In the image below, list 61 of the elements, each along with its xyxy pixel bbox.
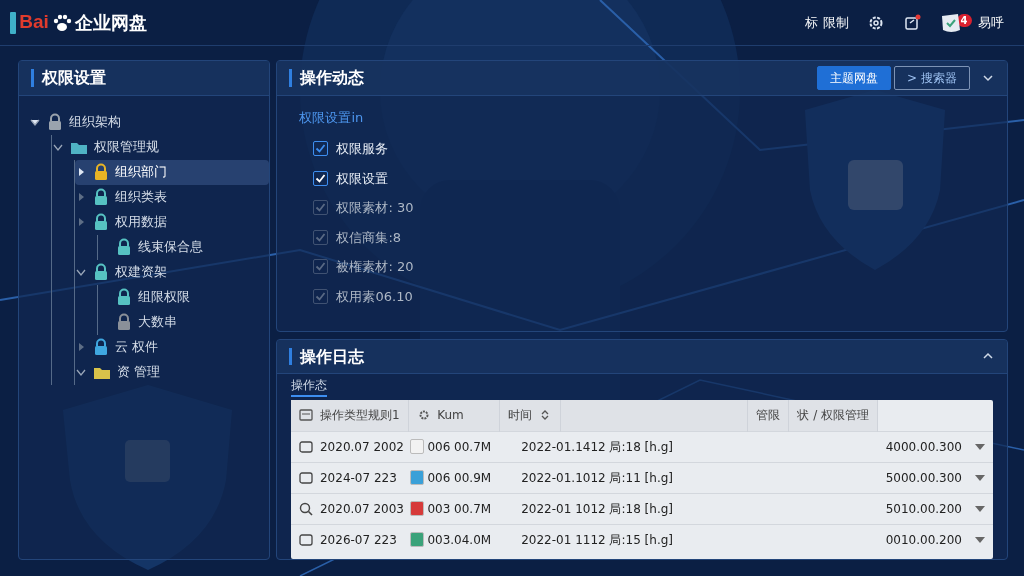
- table-cell-text: 0010.00.200: [885, 531, 962, 549]
- search-icon: [299, 501, 314, 516]
- table-cell: 2022-01.1012 局:11 [h.g]: [521, 470, 673, 485]
- checkbox[interactable]: [313, 170, 329, 186]
- product-name: 企业网盘: [75, 11, 148, 35]
- panel-title: 操作日志: [289, 347, 365, 366]
- avatar-icon: [940, 11, 963, 34]
- checkbox-label: 权限服务: [336, 140, 389, 158]
- table-cell-text: 006 00.9M: [427, 469, 492, 487]
- checkbox-label: 被権素材: 20: [336, 258, 414, 276]
- caret-down-icon: [975, 535, 985, 544]
- table-cell-text: 2020.07 2003: [320, 500, 404, 518]
- tree-item[interactable]: 组织架构: [29, 109, 269, 135]
- tree-item[interactable]: 组织部门: [75, 159, 269, 185]
- table-cell-text: 2020.07 2002: [320, 438, 404, 456]
- tree-item[interactable]: 云 权件: [75, 334, 269, 360]
- checkbox-label: 权用素06.10: [336, 287, 413, 306]
- table-cell: 2022-01 1112 局:15 [h.g]: [521, 532, 673, 547]
- tree-item[interactable]: 组织类表: [75, 184, 269, 210]
- calendar-icon: [299, 439, 314, 454]
- caret-down-icon: [975, 504, 985, 513]
- paw-icon: [52, 12, 73, 33]
- export-icon: [903, 14, 921, 31]
- calendar-icon: [299, 470, 314, 485]
- caret-down-icon: [975, 442, 985, 451]
- tree-item[interactable]: 线束保合息: [98, 234, 269, 260]
- table-cell-text: 2024-07 223: [320, 469, 397, 487]
- search-button[interactable]: > 搜索器: [893, 66, 970, 90]
- tree-item[interactable]: 资 管理: [75, 359, 269, 385]
- header-link[interactable]: 标 限制: [805, 12, 849, 33]
- tree-item[interactable]: 大数串: [98, 309, 269, 335]
- table-cell-text: 003 00.7M: [427, 500, 492, 518]
- checkbox-label: 权限设置: [336, 169, 389, 188]
- user-name[interactable]: 易呼: [978, 12, 1004, 33]
- table-cell-text: 006 00.7M: [427, 438, 492, 456]
- column-header[interactable]: Kum: [437, 406, 464, 425]
- list-icon: [299, 408, 314, 423]
- checkbox-label: 权限素材: 30: [336, 199, 414, 217]
- table-cell-text: 5010.00.200: [885, 500, 962, 518]
- panel-title: 权限设置: [31, 69, 257, 87]
- theme-button[interactable]: 主题网盘: [816, 66, 891, 90]
- tree-item[interactable]: 权用数据: [75, 209, 269, 235]
- logo-bar-icon: [10, 11, 16, 34]
- tree-item[interactable]: 权限管理规: [52, 134, 269, 160]
- tree-item[interactable]: 权建资架: [75, 259, 269, 285]
- logo-text: Bai: [19, 10, 49, 35]
- tab[interactable]: 操作态: [291, 376, 328, 398]
- table-cell: 2022-01.1412 局:18 [h.g]: [521, 439, 673, 454]
- checkbox-label: 权信商集:8: [336, 228, 402, 247]
- settings-icon: [868, 14, 885, 31]
- table-cell-text: 2026-07 223: [320, 531, 397, 549]
- checkbox[interactable]: [313, 141, 329, 157]
- table-cell-text: 003.04.0M: [427, 531, 492, 549]
- panel-title: 操作动态: [289, 69, 365, 87]
- section-subtitle: 权限设置in: [299, 109, 365, 127]
- tree-item[interactable]: 组限权限: [98, 284, 269, 310]
- calendar-icon: [299, 532, 314, 547]
- caret-down-icon: [975, 473, 985, 482]
- table-cell: 2022-01 1012 局:18 [h.g]: [521, 501, 673, 516]
- table-cell-text: 4000.00.300: [885, 438, 962, 456]
- table-cell-text: 5000.00.300: [885, 469, 962, 487]
